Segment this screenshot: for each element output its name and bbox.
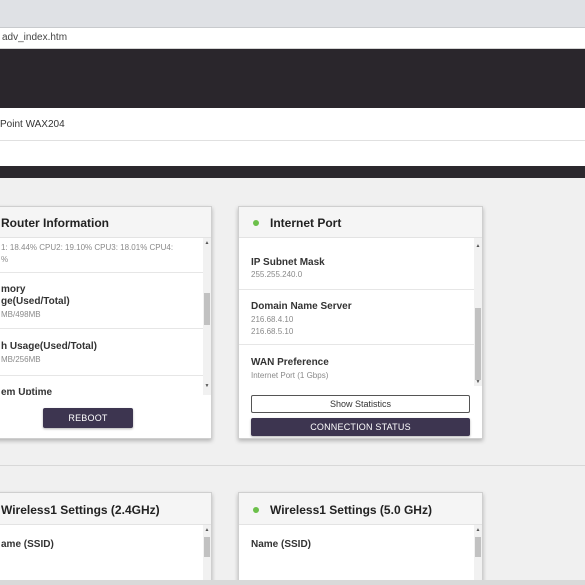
status-indicator-icon [253, 220, 259, 226]
card-header: Router Information [0, 207, 211, 238]
system-uptime-title: em Uptime [1, 387, 53, 395]
memory-usage-value: MB/498MB [1, 310, 41, 319]
wan-preference-title: WAN Preference [251, 357, 329, 368]
card-title: Wireless1 Settings (2.4GHz) [1, 503, 160, 517]
cpu-usage-value: 1: 18.44% CPU2: 19.10% CPU3: 18.01% CPU4… [1, 243, 174, 264]
card-header: Wireless1 Settings (2.4GHz) [0, 493, 211, 525]
ip-subnet-value: 255.255.240.0 [251, 270, 303, 279]
scroll-up-icon[interactable]: ▲ [203, 527, 211, 534]
scroll-up-icon[interactable]: ▲ [474, 243, 482, 250]
router-information-card: Router Information 1: 18.44% CPU2: 19.10… [0, 206, 212, 439]
ip-subnet-row: IP Subnet Mask 255.255.240.0 [239, 238, 474, 290]
connection-status-button[interactable]: CONNECTION STATUS [251, 418, 470, 436]
ssid-title: Name (SSID) [251, 539, 312, 550]
system-uptime-row: em Uptime [0, 376, 203, 395]
card-header: Wireless1 Settings (5.0 GHz) [239, 493, 482, 525]
address-bar[interactable]: adv_index.htm [0, 28, 585, 49]
scrollbar[interactable]: ▲ [474, 525, 482, 585]
scrollbar[interactable]: ▲ ▼ [474, 238, 482, 386]
scrollbar-thumb[interactable] [204, 537, 210, 557]
card-title: Wireless1 Settings (5.0 GHz) [270, 503, 432, 517]
dns-value-primary: 216.68.4.10 [251, 315, 294, 324]
flash-usage-value: MB/256MB [1, 355, 41, 364]
flash-usage-title: h Usage(Used/Total) [1, 341, 97, 352]
status-indicator-icon [253, 507, 259, 513]
memory-usage-row: mory ge(Used/Total) MB/498MB [0, 273, 203, 329]
model-name: Point WAX204 [0, 119, 65, 130]
flash-usage-row: h Usage(Used/Total) MB/256MB [0, 329, 203, 376]
dns-title: Domain Name Server [251, 301, 352, 312]
scroll-down-icon[interactable]: ▼ [203, 383, 211, 390]
card-title: Router Information [1, 216, 109, 230]
browser-tab-strip [0, 0, 585, 28]
taskbar-edge [0, 580, 585, 585]
cpu-usage-row: 1: 18.44% CPU2: 19.10% CPU3: 18.01% CPU4… [0, 238, 203, 273]
header-spacer [0, 141, 585, 166]
scroll-down-icon[interactable]: ▼ [474, 379, 482, 386]
card-header: Internet Port [239, 207, 482, 238]
wan-preference-row: WAN Preference Internet Port (1 Gbps) [239, 345, 474, 386]
wireless-24ghz-card: Wireless1 Settings (2.4GHz) ame (SSID) ▲ [0, 492, 212, 585]
address-url[interactable]: adv_index.htm [2, 32, 67, 43]
nav-bar [0, 166, 585, 178]
dns-row: Domain Name Server 216.68.4.10 216.68.5.… [239, 290, 474, 345]
memory-usage-title-2: ge(Used/Total) [1, 296, 70, 307]
internet-port-card: Internet Port IP Subnet Mask 255.255.240… [238, 206, 483, 439]
scroll-up-icon[interactable]: ▲ [203, 240, 211, 247]
scrollbar[interactable]: ▲ ▼ [203, 238, 211, 395]
scroll-up-icon[interactable]: ▲ [474, 527, 482, 534]
card-scroll-content[interactable]: 1: 18.44% CPU2: 19.10% CPU3: 18.01% CPU4… [0, 238, 203, 395]
card-scroll-content[interactable]: IP Subnet Mask 255.255.240.0 Domain Name… [239, 238, 474, 386]
scrollbar-thumb[interactable] [204, 293, 210, 325]
section-divider [0, 465, 585, 466]
card-title: Internet Port [270, 216, 342, 230]
wireless-5ghz-card: Wireless1 Settings (5.0 GHz) Name (SSID)… [238, 492, 483, 585]
reboot-button[interactable]: REBOOT [43, 408, 133, 428]
ip-subnet-title: IP Subnet Mask [251, 257, 325, 268]
wan-preference-value: Internet Port (1 Gbps) [251, 371, 329, 380]
model-bar: Point WAX204 [0, 108, 585, 141]
show-statistics-button[interactable]: Show Statistics [251, 395, 470, 413]
page-header-banner [0, 49, 585, 108]
scrollbar[interactable]: ▲ [203, 525, 211, 585]
scrollbar-thumb[interactable] [475, 308, 481, 380]
ssid-title: ame (SSID) [1, 539, 54, 550]
dns-value-secondary: 216.68.5.10 [251, 327, 294, 336]
scrollbar-thumb[interactable] [475, 537, 481, 557]
